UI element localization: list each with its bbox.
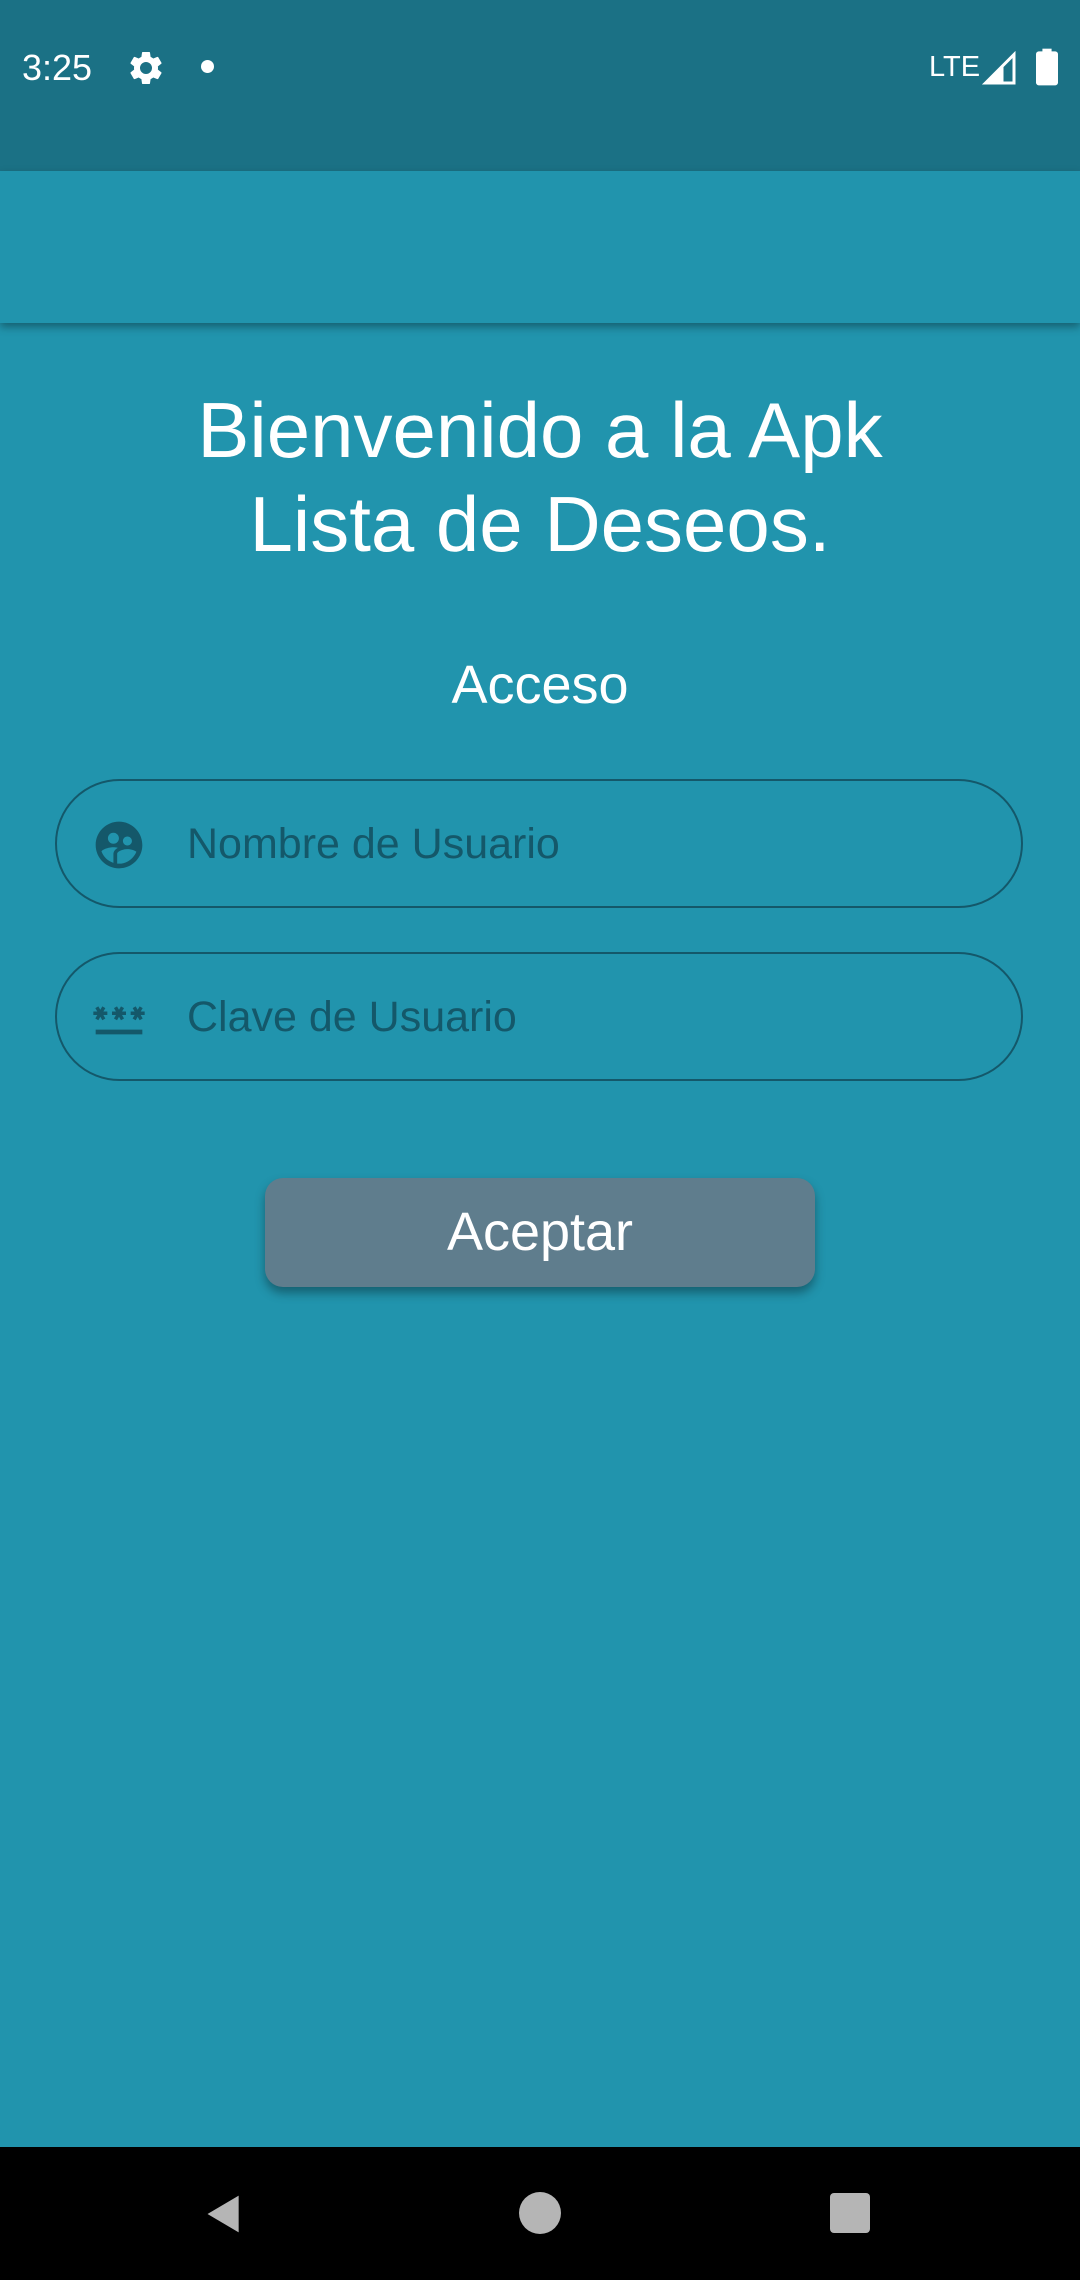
network-type: LTE <box>929 51 981 83</box>
page-title: Bienvenido a la Apk Lista de Deseos. <box>0 383 1080 571</box>
gear-icon <box>130 51 162 84</box>
home-icon[interactable] <box>519 2192 561 2234</box>
password-input[interactable] <box>187 978 977 1056</box>
username-field[interactable] <box>55 779 1023 908</box>
accept-button[interactable]: Aceptar <box>265 1178 815 1287</box>
username-input[interactable] <box>187 805 977 883</box>
password-icon <box>93 1006 145 1035</box>
status-bar: 3:25 LTE <box>0 0 1080 171</box>
section-title: Acceso <box>451 655 629 715</box>
title-line-1: Bienvenido a la Apk <box>197 386 883 474</box>
notification-dot-icon <box>201 60 214 73</box>
app-bar <box>0 171 1080 323</box>
password-field[interactable] <box>55 952 1023 1081</box>
title-line-2: Lista de Deseos. <box>249 480 831 568</box>
status-time: 3:25 <box>22 47 93 88</box>
login-screen: Bienvenido a la Apk Lista de Deseos. Acc… <box>0 323 1080 2147</box>
battery-icon <box>1036 48 1058 86</box>
recents-icon[interactable] <box>830 2193 870 2233</box>
signal-icon <box>981 50 1016 85</box>
navigation-bar <box>0 2147 1080 2280</box>
user-group-icon <box>95 821 143 869</box>
back-icon[interactable] <box>202 2192 246 2236</box>
